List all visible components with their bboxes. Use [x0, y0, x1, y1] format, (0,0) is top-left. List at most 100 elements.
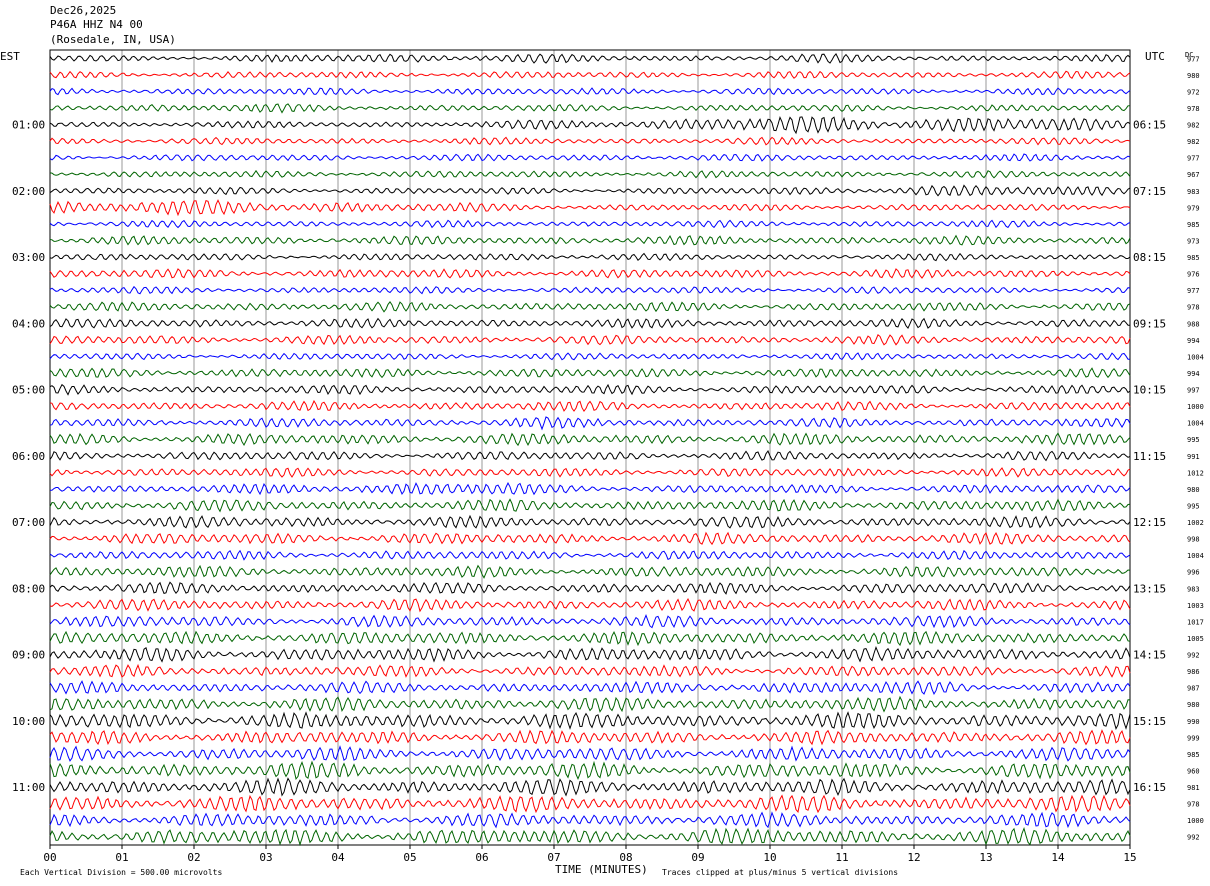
x-tick-label: 10 [763, 851, 776, 864]
dc-offset: 995 [1187, 502, 1200, 510]
traces [49, 52, 1131, 847]
trace-row [49, 285, 1131, 295]
dc-offset: 978 [1187, 801, 1200, 809]
x-tick-label: 02 [187, 851, 200, 864]
dc-offset: 976 [1187, 271, 1200, 279]
dc-offset: 960 [1187, 767, 1200, 775]
dc-offset: 1002 [1187, 519, 1204, 527]
trace-row [49, 498, 1131, 513]
left-hour-label: 05:00 [12, 384, 45, 397]
trace-row [49, 549, 1131, 561]
plot-frame [49, 49, 1131, 846]
left-hour-label: 07:00 [12, 516, 45, 529]
trace-row [49, 70, 1131, 80]
dc-offset: 1000 [1187, 403, 1204, 411]
left-hour-label: 11:00 [12, 781, 45, 794]
dc-offset: 985 [1187, 221, 1200, 229]
dc-offset: 980 [1187, 72, 1200, 80]
trace-row [49, 826, 1131, 847]
trace-row [49, 630, 1131, 647]
x-tick-label: 00 [43, 851, 56, 864]
dc-offset: 996 [1187, 569, 1200, 577]
left-hour-label: 08:00 [12, 582, 45, 595]
trace-row [49, 87, 1131, 96]
trace-row [49, 169, 1131, 179]
right-hour-label: 15:15 [1133, 715, 1166, 728]
dc-offset: 987 [1187, 685, 1200, 693]
trace-row [49, 663, 1131, 678]
dc-offset: 994 [1187, 370, 1200, 378]
dc-offset: 992 [1187, 652, 1200, 660]
trace-row [49, 352, 1130, 361]
left-hour-label: 10:00 [12, 715, 45, 728]
trace-row [49, 482, 1131, 496]
trace-row [49, 103, 1131, 114]
dc-offset: 998 [1187, 536, 1200, 544]
trace-row [49, 614, 1131, 629]
dc-offset: 973 [1187, 237, 1200, 245]
dc-offset: 990 [1187, 718, 1200, 726]
x-tick-label: 06 [475, 851, 488, 864]
trace-row [49, 252, 1131, 262]
left-hour-label: 02:00 [12, 185, 45, 198]
dc-offset: 992 [1187, 834, 1200, 842]
dc-offset: 977 [1187, 287, 1200, 295]
trace-row [49, 531, 1131, 546]
dc-offset: 1000 [1187, 817, 1204, 825]
dc-offset: 980 [1187, 486, 1200, 494]
right-hour-label: 14:15 [1133, 649, 1166, 662]
trace-row [49, 115, 1131, 135]
x-axis-label: TIME (MINUTES) [555, 863, 648, 876]
x-tick-label: 04 [331, 851, 345, 864]
trace-row [49, 399, 1131, 413]
dc-offset: 1017 [1187, 618, 1204, 626]
grid [49, 49, 1131, 849]
trace-row [49, 317, 1130, 330]
trace-row [49, 234, 1131, 246]
trace-row [49, 645, 1131, 663]
dc-offset: 1005 [1187, 635, 1204, 643]
trace-row [49, 777, 1131, 797]
right-hour-label: 12:15 [1133, 516, 1166, 529]
dc-offset: 997 [1187, 387, 1200, 395]
trace-row [49, 760, 1131, 781]
x-tick-label: 11 [835, 851, 848, 864]
helicorder-plot: 00 01 02 03 04 05 06 07 08 09 10 11 12 13 14 1501:00 06:… [0, 49, 1204, 877]
trace-row [49, 153, 1131, 162]
dc-offset: 1004 [1187, 420, 1204, 428]
dc-offset: 1004 [1187, 353, 1204, 361]
x-tick-label: 05 [403, 851, 416, 864]
trace-row [49, 184, 1131, 197]
trace-row [49, 432, 1131, 447]
trace-row [49, 564, 1131, 579]
left-hour-label: 04:00 [12, 317, 45, 330]
trace-row [49, 811, 1131, 829]
dc-offset: 977 [1187, 155, 1200, 163]
trace-row [49, 467, 1131, 478]
trace-row [49, 301, 1131, 313]
dc-label: DC [1185, 51, 1193, 59]
left-hour-label: 06:00 [12, 450, 45, 463]
scale-note: Each Vertical Division = 500.00 microvol… [20, 868, 222, 877]
dc-offset: 983 [1187, 585, 1200, 593]
trace-row [49, 729, 1131, 746]
trace-row [49, 199, 1131, 217]
dc-offset: 1012 [1187, 469, 1204, 477]
trace-row [49, 711, 1131, 730]
dc-offset: 982 [1187, 138, 1200, 146]
trace-row [49, 268, 1131, 279]
dc-offset: 985 [1187, 751, 1200, 759]
right-hour-label: 06:15 [1133, 119, 1166, 132]
left-timezone: EST [0, 50, 20, 63]
trace-row [49, 367, 1131, 379]
trace-row [49, 695, 1131, 713]
x-tick-label: 13 [979, 851, 992, 864]
right-hour-label: 11:15 [1133, 450, 1166, 463]
trace-row [49, 794, 1131, 814]
trace-row [49, 383, 1131, 396]
right-hour-label: 07:15 [1133, 185, 1166, 198]
dc-offset: 980 [1187, 701, 1200, 709]
x-tick-label: 12 [907, 851, 920, 864]
trace-row [49, 680, 1131, 695]
trace-row [49, 333, 1131, 346]
